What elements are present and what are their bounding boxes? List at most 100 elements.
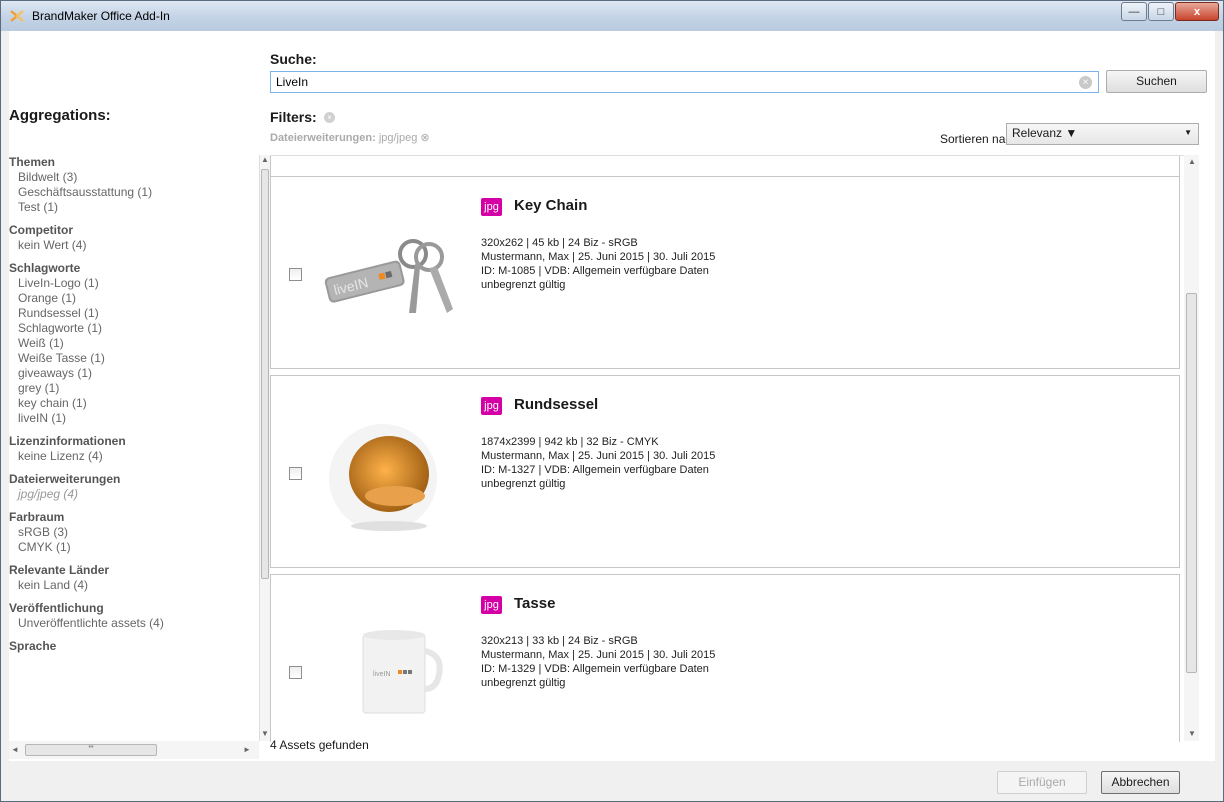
window-controls: — □ x — [1120, 2, 1219, 22]
cancel-button[interactable]: Abbrechen — [1101, 771, 1180, 794]
aggregation-item[interactable]: giveaways (1) — [9, 366, 259, 381]
aggregation-item[interactable]: sRGB (3) — [9, 525, 259, 540]
close-button[interactable]: x — [1175, 2, 1219, 21]
result-card[interactable]: liveIN jpg Key Chain 320x262 | 45 kb | 24 B… — [270, 176, 1180, 369]
aggregation-item[interactable]: Weiße Tasse (1) — [9, 351, 259, 366]
select-checkbox[interactable] — [289, 268, 302, 281]
asset-thumbnail — [319, 416, 469, 532]
remove-filter-icon[interactable]: ⊗ — [420, 132, 429, 144]
mug-logo-text: liveIN — [373, 671, 391, 678]
asset-meta-id: ID: M-1329 | VDB: Allgemein verfügbare D… — [481, 663, 709, 675]
chevron-down-icon: ▼ — [1184, 128, 1192, 137]
results-list: liveIN jpg Key Chain 320x262 | 45 kb | 24 B… — [270, 155, 1199, 742]
content-area: Aggregations: Themen Bildwelt (3) Geschäft… — [9, 31, 1215, 771]
filter-chip: Dateierweiterungen: jpg/jpeg ⊗ — [270, 131, 430, 144]
aggregation-group: Lizenzinformationen keine Lizenz (4) — [9, 434, 259, 464]
asset-meta-owner-dates: Mustermann, Max | 25. Juni 2015 | 30. Ju… — [481, 251, 716, 263]
file-type-badge: jpg — [481, 397, 502, 415]
aggregation-item[interactable]: Bildwelt (3) — [9, 170, 259, 185]
maximize-button[interactable]: □ — [1148, 2, 1174, 21]
results-vertical-scrollbar[interactable]: ▲ ▼ — [1184, 155, 1199, 741]
search-input[interactable] — [270, 71, 1099, 93]
aggregation-group: Schlagworte LiveIn-Logo (1) Orange (1) Rund… — [9, 261, 259, 426]
aggregation-group-title: Competitor — [9, 223, 73, 237]
filter-chip-key: Dateierweiterungen: — [270, 132, 376, 144]
sort-selected-value: Relevanz ▼ — [1012, 126, 1078, 140]
aggregation-group-title: Schlagworte — [9, 261, 81, 275]
aggregation-item[interactable]: Schlagworte (1) — [9, 321, 259, 336]
file-type-badge: jpg — [481, 596, 502, 614]
select-checkbox[interactable] — [289, 467, 302, 480]
aggregation-group-title: Themen — [9, 155, 56, 169]
clear-search-icon[interactable]: × — [1079, 76, 1092, 89]
aggregation-item[interactable]: CMYK (1) — [9, 540, 259, 555]
asset-meta: 320x262 | 45 kb | 24 Biz - sRGB Musterman… — [481, 236, 715, 292]
asset-meta: 1874x2399 | 942 kb | 32 Biz - CMYK Muster… — [481, 435, 715, 491]
scroll-down-icon[interactable]: ▼ — [1188, 729, 1196, 738]
scroll-up-icon[interactable]: ▲ — [261, 155, 269, 164]
aggregation-item[interactable]: kein Wert (4) — [9, 238, 259, 253]
aggregation-item[interactable]: Unveröffentlichte assets (4) — [9, 616, 259, 631]
scrollbar-thumb[interactable] — [1186, 293, 1197, 673]
sort-dropdown[interactable]: Relevanz ▼ ▼ — [1006, 123, 1199, 145]
result-card[interactable]: liveIN jpg Tasse 320x213 | 33 kb | 24 Biz -… — [270, 574, 1180, 742]
main-panel: Suche: × Suchen Filters: × Dateierweiter… — [270, 31, 1215, 771]
insert-button[interactable]: Einfügen — [997, 771, 1087, 794]
aggregations-vertical-scrollbar[interactable]: ▲ ▼ — [259, 155, 270, 741]
aggregation-item[interactable]: Geschäftsausstattung (1) — [9, 185, 259, 200]
aggregation-item[interactable]: Weiß (1) — [9, 336, 259, 351]
aggregation-group-title: Lizenzinformationen — [9, 434, 126, 448]
filter-chip-value: jpg/jpeg — [378, 132, 418, 144]
aggregation-group: Dateierweiterungen jpg/jpeg (4) — [9, 472, 259, 502]
file-type-badge: jpg — [481, 198, 502, 216]
asset-meta: 320x213 | 33 kb | 24 Biz - sRGB Musterman… — [481, 634, 715, 690]
scroll-right-icon[interactable]: ► — [243, 745, 251, 754]
asset-title: Key Chain — [514, 197, 588, 214]
asset-meta-dimensions: 1874x2399 | 942 kb | 32 Biz - CMYK — [481, 436, 659, 448]
aggregation-group-title: Sprache — [9, 639, 57, 653]
asset-thumbnail: liveIN — [319, 615, 469, 730]
aggregation-group: Themen Bildwelt (3) Geschäftsausstattung (… — [9, 155, 259, 215]
app-window: BrandMaker Office Add-In — □ x Aggregati… — [0, 0, 1224, 802]
aggregation-item[interactable]: Test (1) — [9, 200, 259, 215]
aggregation-group: Competitor kein Wert (4) — [9, 223, 259, 253]
aggregations-list[interactable]: Themen Bildwelt (3) Geschäftsausstattung (… — [9, 155, 259, 741]
result-card[interactable]: jpg Rundsessel 1874x2399 | 942 kb | 32 Biz… — [270, 375, 1180, 568]
aggregation-item[interactable]: liveIN (1) — [9, 411, 259, 426]
asset-meta-id: ID: M-1085 | VDB: Allgemein verfügbare D… — [481, 265, 709, 277]
search-label: Suche: — [270, 51, 317, 67]
asset-meta-validity: unbegrenzt gültig — [481, 279, 566, 291]
aggregation-item[interactable]: keine Lizenz (4) — [9, 449, 259, 464]
clear-filters-icon[interactable]: × — [324, 112, 335, 123]
aggregation-group: Sprache — [9, 639, 259, 654]
aggregation-group-title: Veröffentlichung — [9, 601, 104, 615]
aggregation-item[interactable]: jpg/jpeg (4) — [9, 487, 259, 502]
aggregations-horizontal-scrollbar[interactable]: ◄ ''' ► — [9, 741, 259, 759]
aggregation-group: Relevante Länder kein Land (4) — [9, 563, 259, 593]
window-title: BrandMaker Office Add-In — [32, 9, 170, 23]
aggregation-group-title: Farbraum — [9, 510, 65, 524]
scroll-down-icon[interactable]: ▼ — [261, 729, 269, 738]
scrollbar-thumb[interactable] — [261, 169, 269, 579]
aggregation-group-title: Relevante Länder — [9, 563, 110, 577]
scroll-left-icon[interactable]: ◄ — [11, 745, 19, 754]
asset-meta-validity: unbegrenzt gültig — [481, 677, 566, 689]
scroll-up-icon[interactable]: ▲ — [1188, 157, 1196, 166]
app-logo-icon — [10, 10, 24, 22]
dialog-footer: Einfügen Abbrechen — [9, 761, 1215, 801]
aggregation-item[interactable]: key chain (1) — [9, 396, 259, 411]
aggregation-group: Farbraum sRGB (3) CMYK (1) — [9, 510, 259, 555]
aggregation-item[interactable]: Orange (1) — [9, 291, 259, 306]
aggregation-item[interactable]: Rundsessel (1) — [9, 306, 259, 321]
results-count: 4 Assets gefunden — [270, 738, 369, 752]
filters-label: Filters: — [270, 109, 317, 125]
asset-title: Rundsessel — [514, 396, 599, 413]
select-checkbox[interactable] — [289, 666, 302, 679]
scrollbar-thumb[interactable]: ''' — [25, 744, 157, 756]
minimize-button[interactable]: — — [1121, 2, 1147, 21]
aggregation-item[interactable]: kein Land (4) — [9, 578, 259, 593]
aggregation-item[interactable]: LiveIn-Logo (1) — [9, 276, 259, 291]
search-button[interactable]: Suchen — [1106, 70, 1207, 93]
asset-thumbnail: liveIN — [319, 217, 469, 332]
aggregation-item[interactable]: grey (1) — [9, 381, 259, 396]
